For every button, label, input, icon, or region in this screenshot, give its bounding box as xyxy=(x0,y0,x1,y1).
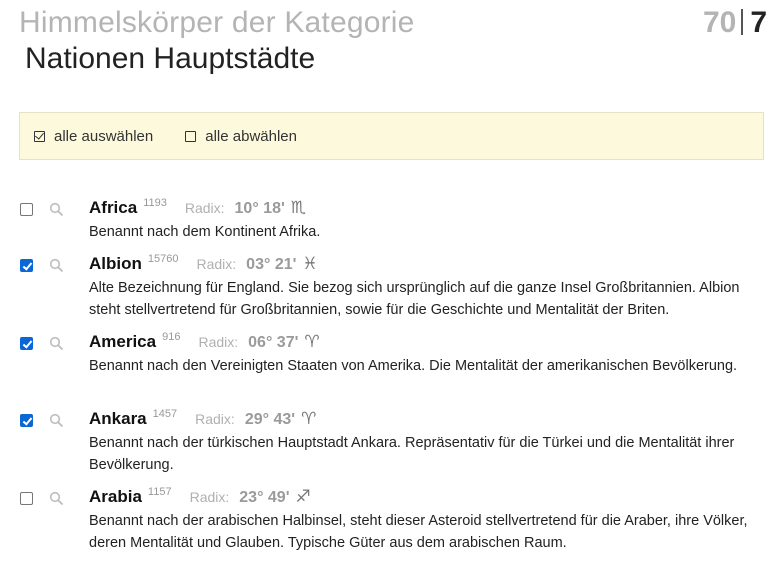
radix-position: 29° 43' xyxy=(244,411,296,428)
radix-position: 23° 49' xyxy=(239,489,290,506)
count-selected: 7 xyxy=(750,6,767,39)
item-checkbox[interactable] xyxy=(20,492,33,505)
item-name[interactable]: Ankara xyxy=(89,409,147,429)
aries-icon: ♈ xyxy=(301,409,317,429)
magnifier-icon[interactable] xyxy=(49,258,64,273)
item-checkbox[interactable] xyxy=(20,337,33,350)
magnifier-icon[interactable] xyxy=(49,491,64,506)
magnifier-icon[interactable] xyxy=(49,336,64,351)
item-number: 916 xyxy=(162,331,181,343)
selection-counter: 70 7 xyxy=(703,6,767,40)
item-checkbox[interactable] xyxy=(20,203,33,216)
radix-position: 10° 18' xyxy=(234,200,285,217)
magnifier-icon[interactable] xyxy=(49,202,64,217)
radix-label: Radix: xyxy=(184,200,225,216)
checked-box-icon xyxy=(34,130,45,142)
magnifier-icon[interactable] xyxy=(49,413,64,428)
sagittarius-icon: ♐ xyxy=(295,487,311,507)
item-name[interactable]: Albion xyxy=(89,254,142,274)
item-description: Benannt nach der türkischen Hauptstadt A… xyxy=(89,435,735,473)
item-description: Alte Bezeichnung für England. Sie bezog … xyxy=(89,280,740,318)
deselect-all-label: alle abwählen xyxy=(205,127,297,145)
item-heading: America 916 Radix: 06° 37' ♈ xyxy=(89,331,320,352)
item-checkbox[interactable] xyxy=(20,414,33,427)
counter-divider xyxy=(741,9,744,35)
radix-position: 06° 37' xyxy=(248,334,299,351)
item-number: 15760 xyxy=(147,253,179,265)
aries-icon: ♈ xyxy=(304,332,320,352)
radix-label: Radix: xyxy=(196,256,237,272)
item-checkbox[interactable] xyxy=(20,259,33,272)
category-caption: Himmelskörper der Kategorie xyxy=(19,6,415,39)
item-description: Benannt nach der arabischen Halbinsel, s… xyxy=(89,513,748,551)
selection-bar: alle auswählen alle abwählen xyxy=(19,112,764,160)
item-heading: Albion 15760 Radix: 03° 21' ♓ xyxy=(89,253,318,274)
deselect-all-button[interactable]: alle abwählen xyxy=(185,128,297,145)
radix-label: Radix: xyxy=(198,334,239,350)
item-name[interactable]: Africa xyxy=(89,198,137,218)
item-heading: Arabia 1157 Radix: 23° 49' ♐ xyxy=(89,486,311,507)
item-number: 1193 xyxy=(143,197,167,209)
select-all-button[interactable]: alle auswählen xyxy=(34,128,153,145)
scorpio-icon: ♏ xyxy=(290,198,307,218)
item-number: 1457 xyxy=(152,408,178,420)
item-description: Benannt nach dem Kontinent Afrika. xyxy=(89,224,321,240)
item-name[interactable]: America xyxy=(89,332,156,352)
item-heading: Africa 1193 Radix: 10° 18' ♏ xyxy=(89,197,307,218)
radix-label: Radix: xyxy=(195,411,235,427)
item-name[interactable]: Arabia xyxy=(89,487,142,507)
item-number: 1157 xyxy=(147,486,172,498)
item-description: Benannt nach den Vereinigten Staaten von… xyxy=(89,358,738,374)
pisces-icon: ♓ xyxy=(302,254,318,274)
empty-box-icon xyxy=(185,130,197,142)
page-title: Nationen Hauptstädte xyxy=(25,42,316,75)
radix-position: 03° 21' xyxy=(246,256,297,273)
radix-label: Radix: xyxy=(189,489,230,505)
item-heading: Ankara 1457 Radix: 29° 43' ♈ xyxy=(89,408,317,429)
count-total: 70 xyxy=(702,6,737,39)
select-all-label: alle auswählen xyxy=(54,127,154,145)
